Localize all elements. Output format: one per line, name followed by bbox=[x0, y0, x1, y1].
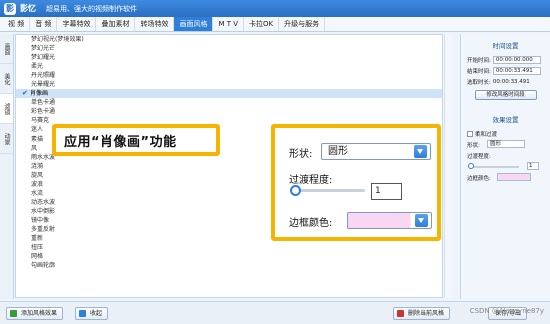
end-time-label: 结束时间: bbox=[467, 68, 491, 75]
duration-label: 选取时长: bbox=[467, 79, 491, 86]
rp-transition-slider-row: 1 bbox=[461, 161, 550, 172]
transition-input[interactable]: 1 bbox=[371, 183, 402, 200]
duration-row: 选取时长: 00:00:33.491 bbox=[461, 76, 550, 87]
rp-border-row: 边框颜色: bbox=[461, 172, 550, 183]
sidebar-tab-motion[interactable]: 动景 bbox=[0, 124, 13, 154]
list-item[interactable]: 单色卡通 bbox=[16, 98, 442, 107]
list-item[interactable]: 彩色卡通 bbox=[16, 107, 442, 116]
list-item[interactable]: 勾画轮廓 bbox=[16, 261, 442, 270]
list-item-label: 肖像画 bbox=[30, 90, 49, 98]
delete-style-label: 删除当前风格 bbox=[408, 310, 445, 317]
rp-transition-label: 过渡程度: bbox=[467, 153, 491, 160]
end-time-row: 结束时间: 00:00:33.491 bbox=[461, 65, 550, 76]
delete-style-button[interactable]: 删除当前风格 bbox=[393, 307, 451, 320]
menu-picture-style[interactable]: 画面风格 bbox=[174, 17, 214, 31]
watermark: CSDN @Alexeyne87y bbox=[469, 307, 544, 315]
menu-subtitle-effects[interactable]: 字幕特效 bbox=[57, 17, 97, 31]
sidebar-tab-beautify[interactable]: 美化 bbox=[0, 64, 13, 94]
app-slogan: 超易用、强大的视频制作软件 bbox=[46, 4, 137, 13]
collapse-button[interactable]: 收起 bbox=[75, 307, 109, 320]
sidebar-tab-filter[interactable]: 滤镜 bbox=[0, 94, 13, 124]
border-color-select[interactable] bbox=[347, 212, 432, 229]
sidebar-tabs: 画面 美化 滤镜 动景 bbox=[0, 34, 14, 299]
rp-border-label: 边框颜色: bbox=[467, 175, 491, 182]
list-item[interactable]: 梦幻耀光 bbox=[16, 53, 442, 62]
list-item[interactable]: 丹光照耀 bbox=[16, 71, 442, 80]
add-style-label: 添加风格效果 bbox=[21, 310, 58, 317]
right-settings-panel: 时间设置 开始时间: 00:00:00.000 结束时间: 00:00:33.491… bbox=[460, 34, 550, 299]
list-item[interactable]: 网格 bbox=[16, 252, 442, 261]
chevron-down-icon bbox=[415, 214, 428, 227]
shape-select-value: 圆形 bbox=[328, 146, 348, 157]
transition-label: 过渡程度: bbox=[289, 175, 333, 186]
duration-value: 00:00:33.491 bbox=[492, 78, 530, 85]
modify-time-button[interactable]: 修改风格时间段 bbox=[474, 90, 537, 100]
rp-shape-select[interactable]: 圆形 bbox=[487, 140, 525, 148]
app-name: 影忆 bbox=[20, 4, 36, 13]
soft-transition-label: 柔和过渡 bbox=[475, 131, 498, 138]
start-time-field[interactable]: 00:00:00.000 bbox=[492, 55, 541, 64]
chevron-down-icon bbox=[414, 145, 427, 158]
rp-shape-label: 形状: bbox=[467, 142, 480, 149]
list-item[interactable]: 梦幻视光(梦境效果) bbox=[16, 35, 442, 44]
callout-settings-zoom: 形状: 圆形 过渡程度: 1 边框颜色: bbox=[271, 124, 441, 241]
menu-transition-effects[interactable]: 转场特效 bbox=[135, 17, 175, 31]
sidebar-tab-label: 动景 bbox=[3, 132, 10, 145]
end-time-field[interactable]: 00:00:33.491 bbox=[492, 66, 541, 75]
transition-slider-knob[interactable] bbox=[290, 185, 302, 196]
rp-transition-slider[interactable] bbox=[469, 166, 519, 168]
rp-border-color-select[interactable] bbox=[497, 173, 531, 181]
list-item[interactable]: 柔光 bbox=[16, 62, 442, 71]
menu-upgrade-service[interactable]: 升级与服务 bbox=[279, 17, 326, 31]
rp-transition-row: 过渡程度: bbox=[461, 150, 550, 161]
shape-select[interactable]: 圆形 bbox=[321, 143, 431, 160]
app-logo-icon: 影 bbox=[4, 2, 16, 15]
menu-mtv[interactable]: M T V bbox=[213, 17, 245, 31]
list-item-selected[interactable]: ✔ 肖像画 bbox=[16, 89, 442, 99]
list-item[interactable]: 扭压 bbox=[16, 243, 442, 252]
checkmark-icon: ✔ bbox=[22, 89, 28, 98]
border-color-label: 边框颜色: bbox=[289, 218, 333, 229]
rp-shape-row: 形状: 圆形 bbox=[461, 139, 550, 150]
menu-karaoke[interactable]: 卡拉OK bbox=[244, 17, 280, 31]
sidebar-tab-label: 滤镜 bbox=[3, 102, 10, 115]
sidebar-tab-label: 美化 bbox=[3, 72, 10, 85]
shape-label: 形状: bbox=[289, 149, 313, 160]
list-item[interactable]: 光晕耀光 bbox=[16, 80, 442, 89]
list-item[interactable]: 梦幻光芒 bbox=[16, 44, 442, 53]
bottom-toolbar: 添加风格效果 收起 删除当前风格 保存/导出 bbox=[0, 301, 550, 324]
menu-audio[interactable]: 音 频 bbox=[30, 17, 58, 31]
soft-transition-checkbox[interactable] bbox=[467, 130, 473, 137]
add-style-button[interactable]: 添加风格效果 bbox=[6, 307, 64, 320]
sidebar-tab-label: 画面 bbox=[3, 42, 10, 55]
delete-icon bbox=[397, 310, 404, 317]
soft-transition-row: 柔和过渡 bbox=[461, 128, 550, 139]
rp-transition-input[interactable]: 1 bbox=[527, 162, 539, 170]
list-scrollbar[interactable] bbox=[444, 34, 452, 298]
collapse-icon bbox=[79, 310, 86, 317]
menu-video[interactable]: 视 频 bbox=[3, 17, 31, 31]
callout-apply-portrait: 应用“肖像画”功能 bbox=[52, 124, 220, 156]
transition-slider[interactable] bbox=[293, 189, 365, 192]
collapse-label: 收起 bbox=[90, 310, 103, 317]
time-settings-title: 时间设置 bbox=[492, 42, 519, 50]
rp-transition-knob[interactable] bbox=[468, 163, 474, 169]
plus-icon bbox=[10, 310, 17, 317]
effect-settings-title: 效果设置 bbox=[492, 116, 519, 124]
start-time-row: 开始时间: 00:00:00.000 bbox=[461, 54, 550, 65]
menu-overlay-material[interactable]: 叠加素材 bbox=[96, 17, 136, 31]
main-menu-bar: 视 频 音 频 字幕特效 叠加素材 转场特效 画面风格 M T V 卡拉OK 升… bbox=[0, 17, 550, 32]
title-bar: 影 影忆 超易用、强大的视频制作软件 bbox=[0, 0, 550, 17]
sidebar-tab-picture[interactable]: 画面 bbox=[0, 34, 13, 64]
start-time-label: 开始时间: bbox=[467, 57, 491, 64]
